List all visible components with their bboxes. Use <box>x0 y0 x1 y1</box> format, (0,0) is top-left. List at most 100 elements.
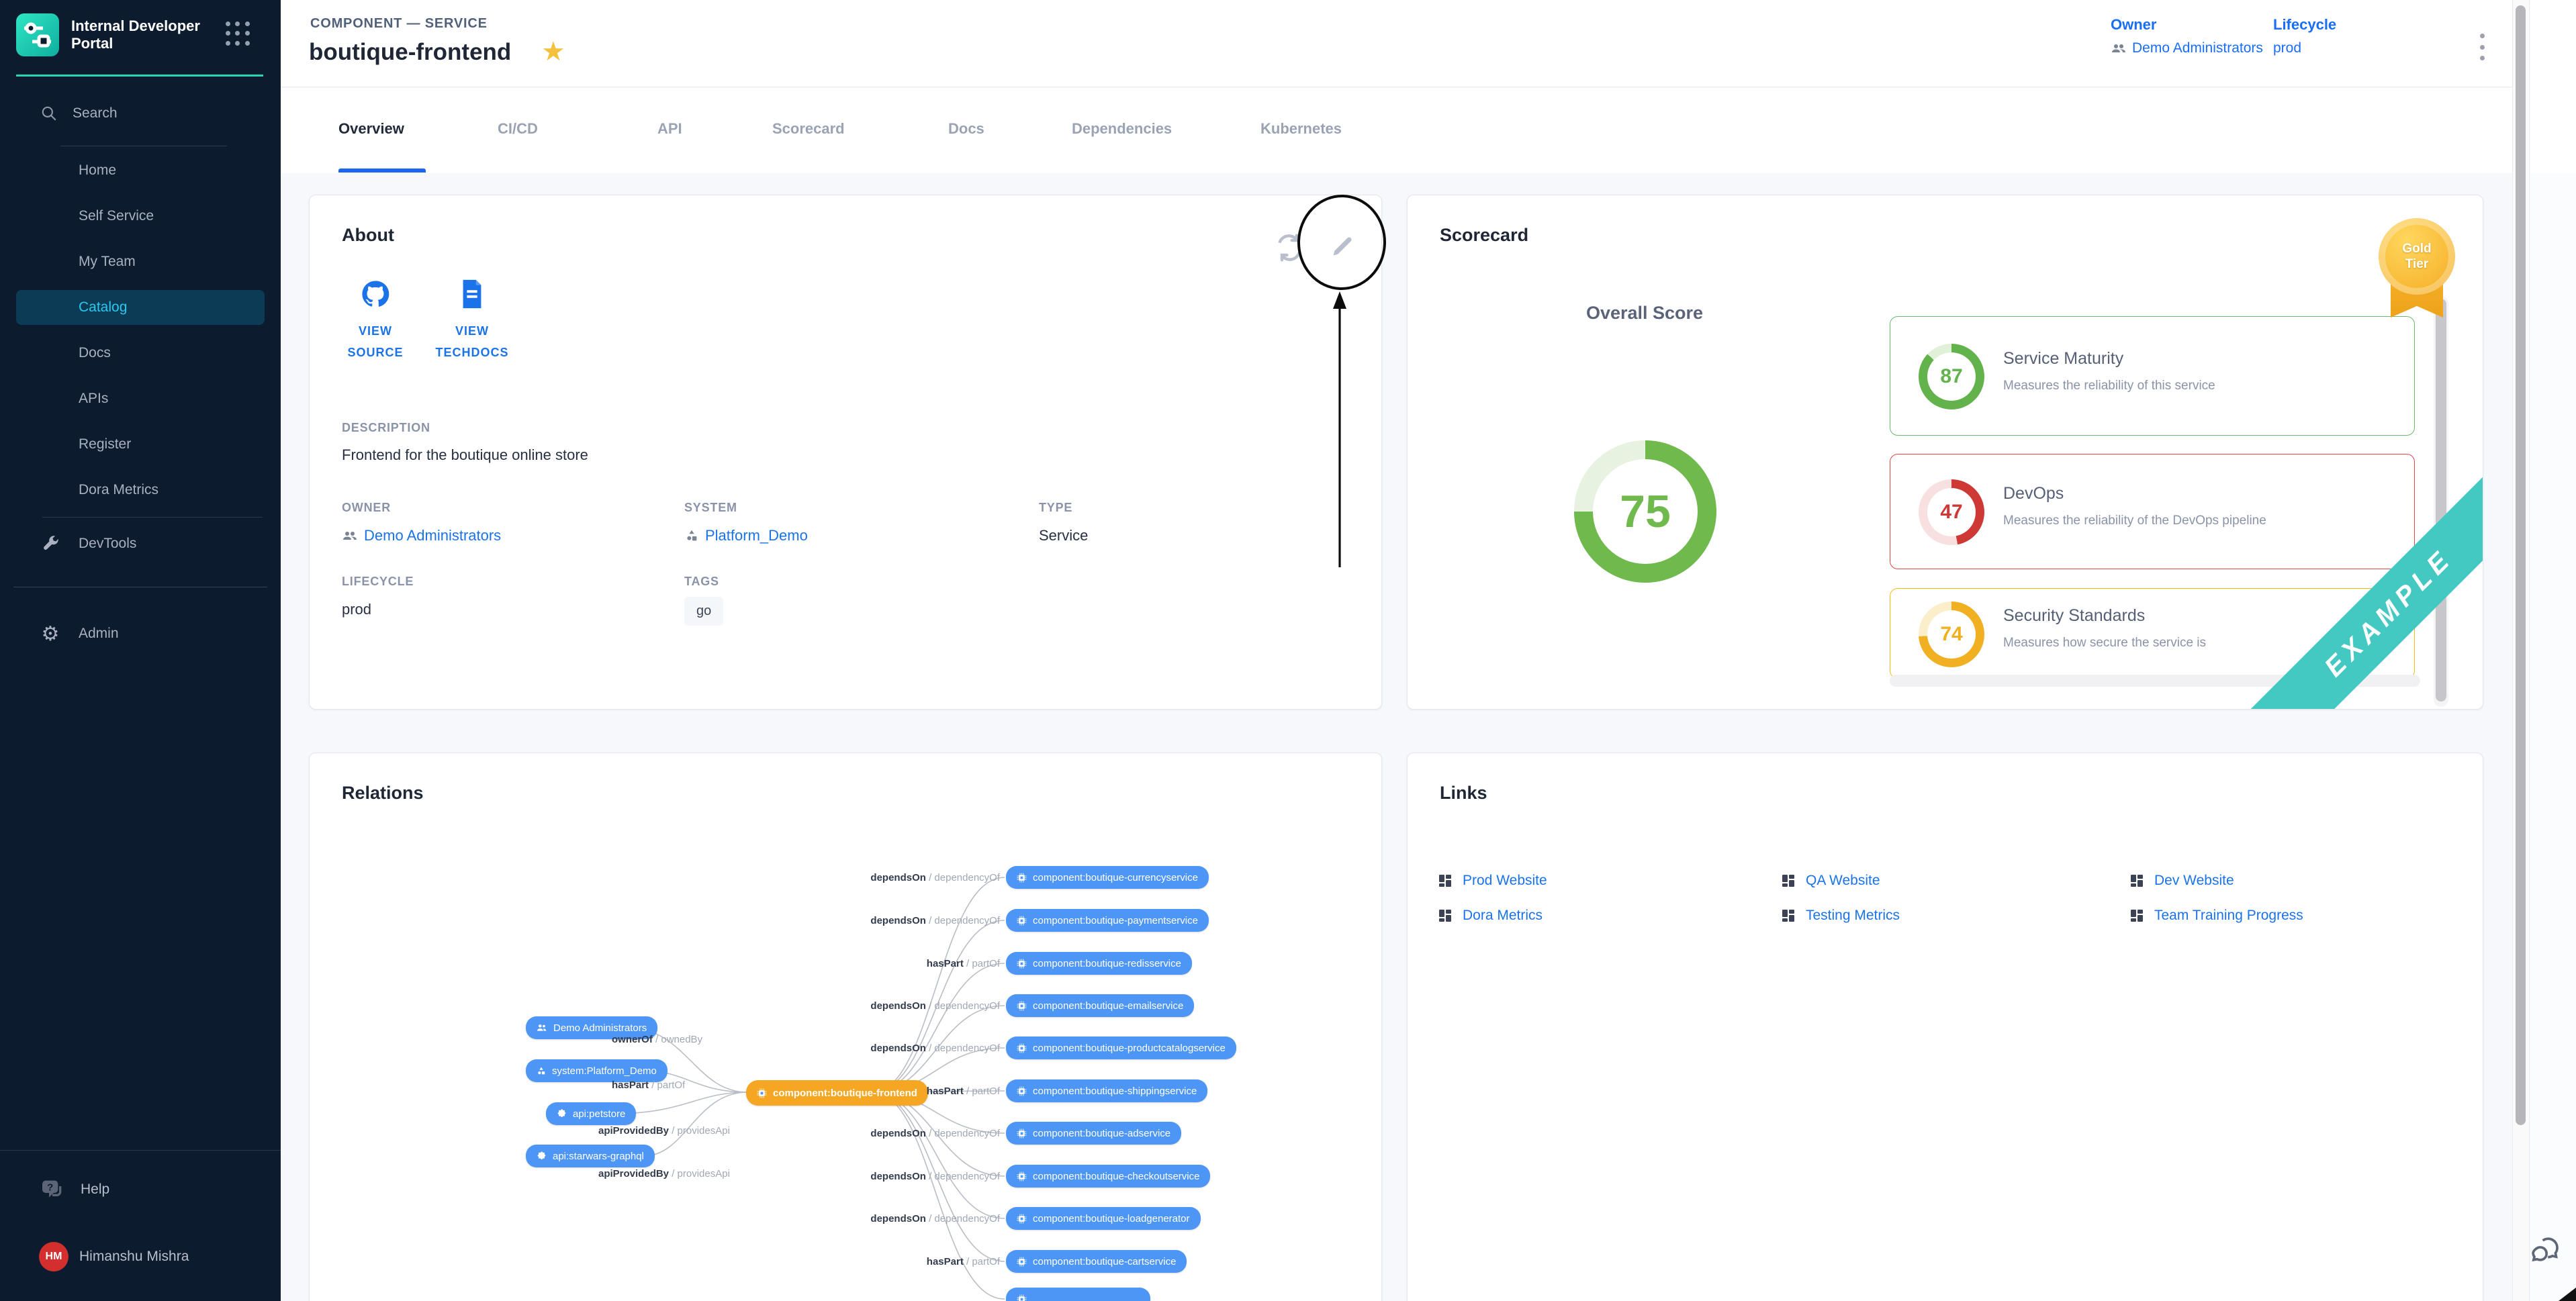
metric-score: 74 <box>1919 601 1984 667</box>
dashboard-icon <box>1780 908 1796 924</box>
tab-ci-cd[interactable]: CI/CD <box>498 120 538 138</box>
api-puzzle-icon <box>537 1151 547 1161</box>
favorite-star-icon[interactable]: ★ <box>541 36 565 67</box>
help-chat-icon: ? <box>39 1176 66 1203</box>
owner-field-value[interactable]: Demo Administrators <box>342 527 501 544</box>
user-name: Himanshu Mishra <box>79 1249 189 1265</box>
avatar: HM <box>39 1242 68 1271</box>
graph-node-component:boutique-productcatalogservice[interactable]: component:boutique-productcatalogservice <box>1006 1037 1236 1059</box>
lifecycle-value: prod <box>2273 40 2336 56</box>
component-chip-icon <box>1017 916 1027 926</box>
gold-tier-badge: Gold Tier <box>2379 218 2455 319</box>
sidebar-item-home[interactable]: Home <box>16 153 265 188</box>
relations-card: Relations Demo AdministratorsownerOf / o… <box>309 753 1382 1301</box>
tab-dependencies[interactable]: Dependencies <box>1072 120 1172 138</box>
relations-graph[interactable]: Demo AdministratorsownerOf / ownedBysyst… <box>310 753 1381 1301</box>
refresh-icon[interactable] <box>1275 233 1304 266</box>
graph-node-center[interactable]: component:boutique-frontend <box>746 1080 928 1106</box>
edge-label: apiProvidedBy / providesApi <box>598 1168 730 1179</box>
edge-label: dependsOn / dependencyOf <box>870 1043 1000 1054</box>
dashboard-icon <box>2129 873 2145 889</box>
sidebar-item-devtools[interactable]: DevTools <box>16 526 265 561</box>
help-button[interactable]: ? Help <box>39 1176 109 1203</box>
metric-card-service-maturity[interactable]: 87 Service Maturity Measures the reliabili… <box>1890 316 2415 436</box>
graph-node-system:Platform_Demo[interactable]: system:Platform_Demo <box>526 1059 668 1082</box>
graph-node-component:boutique-checkoutservice[interactable]: component:boutique-checkoutservice <box>1006 1165 1210 1188</box>
sidebar-item-catalog[interactable]: Catalog <box>16 290 265 325</box>
graph-node-partial[interactable] <box>1006 1288 1150 1301</box>
graph-node-component:boutique-redisservice[interactable]: component:boutique-redisservice <box>1006 952 1192 975</box>
metric-card-devops[interactable]: 47DevOpsMeasures the reliability of the … <box>1890 454 2415 569</box>
edit-pencil-icon[interactable] <box>1329 233 1356 263</box>
graph-node-component:boutique-loadgenerator[interactable]: component:boutique-loadgenerator <box>1006 1207 1201 1230</box>
edge-label: apiProvidedBy / providesApi <box>598 1125 730 1137</box>
chat-bubbles-icon[interactable] <box>2529 1233 2564 1271</box>
graph-node-component:boutique-currencyservice[interactable]: component:boutique-currencyservice <box>1006 866 1209 889</box>
tags-field-label: TAGS <box>684 575 719 589</box>
system-field-value[interactable]: Platform_Demo <box>684 527 808 544</box>
graph-node-component:boutique-paymentservice[interactable]: component:boutique-paymentservice <box>1006 909 1209 932</box>
sidebar-item-dora-metrics[interactable]: Dora Metrics <box>16 473 265 508</box>
link-prod-website[interactable]: Prod Website <box>1437 873 1547 889</box>
tab-api[interactable]: API <box>657 120 682 138</box>
graph-node-component:boutique-cartservice[interactable]: component:boutique-cartservice <box>1006 1250 1187 1273</box>
links-card: Links Prod WebsiteQA WebsiteDev WebsiteD… <box>1407 753 2483 1301</box>
metrics-scrollbar-thumb[interactable] <box>2436 299 2446 702</box>
sidebar-search[interactable]: Search <box>40 105 118 122</box>
owner-link[interactable]: Demo Administrators <box>2111 40 2263 56</box>
api-puzzle-icon <box>557 1109 567 1119</box>
component-chip-icon <box>1017 1043 1027 1053</box>
link-dev-website[interactable]: Dev Website <box>2129 873 2234 889</box>
tab-kubernetes[interactable]: Kubernetes <box>1260 120 1342 138</box>
dashboard-icon <box>1437 873 1453 889</box>
page-scrollbar-thumb[interactable] <box>2516 5 2526 1125</box>
tag-chip[interactable]: go <box>684 597 723 626</box>
page-header: COMPONENT — SERVICE boutique-frontend ★ … <box>281 0 2512 87</box>
link-dora-metrics[interactable]: Dora Metrics <box>1437 908 1543 924</box>
sidebar-item-apis[interactable]: APIs <box>16 381 265 416</box>
metric-description: Measures the reliability of this service <box>2003 379 2215 393</box>
graph-node-component:boutique-emailservice[interactable]: component:boutique-emailservice <box>1006 994 1194 1017</box>
gear-icon: ⚙ <box>39 622 62 646</box>
owner-field-label: OWNER <box>342 501 391 515</box>
view-techdocs-button[interactable]: VIEW TECHDOCS <box>425 269 519 363</box>
tab-docs[interactable]: Docs <box>948 120 984 138</box>
graph-node-api:petstore[interactable]: api:petstore <box>546 1102 636 1125</box>
view-techdocs-label: VIEW TECHDOCS <box>425 320 519 363</box>
view-source-button[interactable]: VIEW SOURCE <box>328 269 422 363</box>
metric-gauge: 87 <box>1919 344 1984 409</box>
sidebar-accent-rule <box>16 75 263 77</box>
sidebar-item-admin[interactable]: ⚙ Admin <box>16 616 265 651</box>
edge-label: hasPart / partOf <box>927 958 1000 969</box>
metric-name: Service Maturity <box>2003 349 2123 369</box>
link-team-training-progress[interactable]: Team Training Progress <box>2129 908 2303 924</box>
component-chip-icon <box>757 1088 767 1098</box>
sidebar-item-docs[interactable]: Docs <box>16 336 265 371</box>
component-chip-icon <box>1017 959 1027 969</box>
tab-overview[interactable]: Overview <box>338 120 404 138</box>
help-label: Help <box>81 1182 109 1198</box>
user-menu[interactable]: HM Himanshu Mishra <box>39 1242 189 1271</box>
component-chip-icon <box>1017 1128 1027 1139</box>
apps-grid-icon[interactable] <box>226 21 251 47</box>
sidebar-item-my-team[interactable]: My Team <box>16 244 265 279</box>
graph-node-api:starwars-graphql[interactable]: api:starwars-graphql <box>526 1145 655 1167</box>
overall-score-value: 75 <box>1574 440 1716 583</box>
description-label: DESCRIPTION <box>342 421 430 435</box>
search-icon <box>40 105 58 122</box>
app-viewport: Internal Developer Portal Search Home Sel… <box>0 0 2576 1301</box>
sidebar-item-self-service[interactable]: Self Service <box>16 199 265 234</box>
owner-meta: Owner Demo Administrators <box>2111 16 2263 56</box>
graph-node-component:boutique-shippingservice[interactable]: component:boutique-shippingservice <box>1006 1079 1207 1102</box>
app-logo[interactable]: Internal Developer Portal <box>16 13 212 56</box>
sidebar-item-register[interactable]: Register <box>16 427 265 462</box>
link-qa-website[interactable]: QA Website <box>1780 873 1880 889</box>
tab-scorecard[interactable]: Scorecard <box>772 120 845 138</box>
breadcrumb: COMPONENT — SERVICE <box>310 16 488 32</box>
link-testing-metrics[interactable]: Testing Metrics <box>1780 908 1900 924</box>
more-options-button[interactable] <box>2474 34 2490 60</box>
graph-node-component:boutique-adservice[interactable]: component:boutique-adservice <box>1006 1122 1181 1145</box>
badge-label: Gold Tier <box>2379 218 2455 295</box>
svg-text:?: ? <box>47 1182 53 1194</box>
type-field-label: TYPE <box>1039 501 1072 515</box>
